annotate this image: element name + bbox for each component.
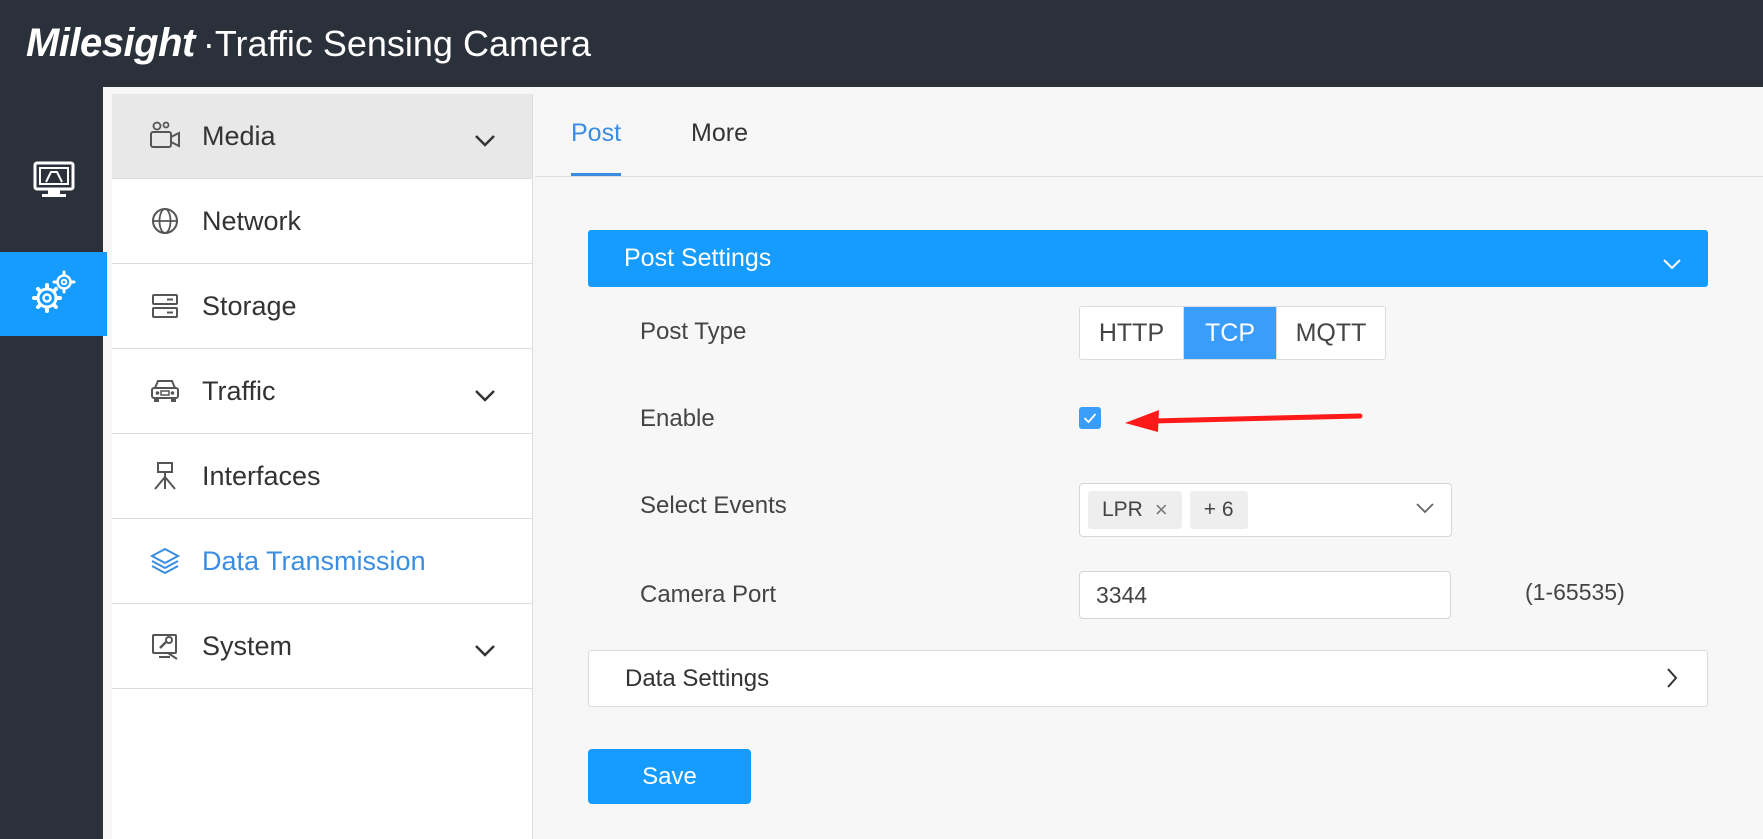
- chevron-down-icon: [474, 124, 496, 155]
- top-header: Milesight ·Traffic Sensing Camera: [0, 0, 1763, 87]
- sidebar-item-label: Data Transmission: [202, 545, 426, 576]
- enable-checkbox[interactable]: [1079, 407, 1101, 429]
- post-settings-title: Post Settings: [624, 244, 772, 272]
- settings-sidebar: Media Network Storage Traffic Interfaces…: [112, 94, 533, 839]
- post-type-http[interactable]: HTTP: [1080, 307, 1184, 359]
- chevron-down-icon: [1662, 248, 1682, 277]
- post-type-tcp[interactable]: TCP: [1184, 307, 1277, 359]
- chevron-down-icon: [474, 379, 496, 410]
- sidebar-item-label: System: [202, 630, 293, 661]
- close-icon[interactable]: ×: [1155, 497, 1168, 523]
- sidebar-item-label: Media: [202, 120, 276, 151]
- sidebar-item-network[interactable]: Network: [112, 179, 532, 264]
- select-events-label: Select Events: [640, 492, 787, 519]
- post-settings-header[interactable]: Post Settings: [588, 230, 1708, 287]
- sidebar-item-system[interactable]: System: [112, 604, 532, 689]
- layers-icon: [148, 544, 182, 578]
- annotation-arrow: [1125, 410, 1363, 432]
- tab-bar: Post More: [535, 94, 1763, 177]
- rail-live-view[interactable]: [0, 140, 107, 224]
- sidebar-item-interfaces[interactable]: Interfaces: [112, 434, 532, 519]
- post-type-mqtt[interactable]: MQTT: [1277, 307, 1385, 359]
- sidebar-item-label: Traffic: [202, 375, 276, 406]
- event-tag-lpr: LPR ×: [1088, 491, 1182, 529]
- event-tag-text: LPR: [1102, 498, 1143, 521]
- sidebar-item-label: Storage: [202, 290, 297, 321]
- post-type-selector: HTTP TCP MQTT: [1079, 306, 1386, 360]
- chevron-right-icon: [1665, 667, 1679, 696]
- interface-icon: [148, 459, 182, 493]
- tab-more[interactable]: More: [691, 119, 748, 176]
- sidebar-item-data-transmission[interactable]: Data Transmission: [112, 519, 532, 604]
- sidebar-item-label: Network: [202, 205, 302, 236]
- main-content: Post More Post Settings Post Type HTTP T…: [535, 94, 1763, 839]
- enable-label: Enable: [640, 405, 715, 432]
- system-tools-icon: [148, 629, 182, 663]
- storage-server-icon: [148, 289, 182, 323]
- live-view-monitor-icon: [32, 160, 76, 205]
- chevron-down-icon: [1415, 501, 1435, 519]
- camera-port-range-hint: (1-65535): [1525, 579, 1625, 605]
- globe-icon: [148, 204, 182, 238]
- event-tag-more: + 6: [1189, 491, 1248, 529]
- select-events-dropdown[interactable]: LPR × + 6: [1079, 483, 1452, 537]
- sidebar-item-storage[interactable]: Storage: [112, 264, 532, 349]
- chevron-down-icon: [474, 634, 496, 665]
- camera-port-input[interactable]: [1079, 571, 1451, 619]
- camera-port-label: Camera Port: [640, 581, 777, 608]
- product-title: ·Traffic Sensing Camera: [202, 22, 591, 64]
- sidebar-item-traffic[interactable]: Traffic: [112, 349, 532, 434]
- tab-post[interactable]: Post: [571, 119, 622, 176]
- rail-settings[interactable]: [0, 252, 107, 336]
- camera-settings-icon: [148, 119, 182, 153]
- data-settings-header[interactable]: Data Settings: [588, 650, 1708, 707]
- brand-logo: Milesight: [26, 21, 195, 65]
- sidebar-item-media[interactable]: Media: [112, 94, 532, 179]
- data-settings-title: Data Settings: [625, 664, 770, 692]
- sidebar-item-label: Interfaces: [202, 460, 321, 491]
- save-button[interactable]: Save: [588, 749, 751, 804]
- post-type-label: Post Type: [640, 318, 747, 345]
- car-icon: [148, 374, 182, 408]
- settings-gears-icon: [30, 268, 78, 321]
